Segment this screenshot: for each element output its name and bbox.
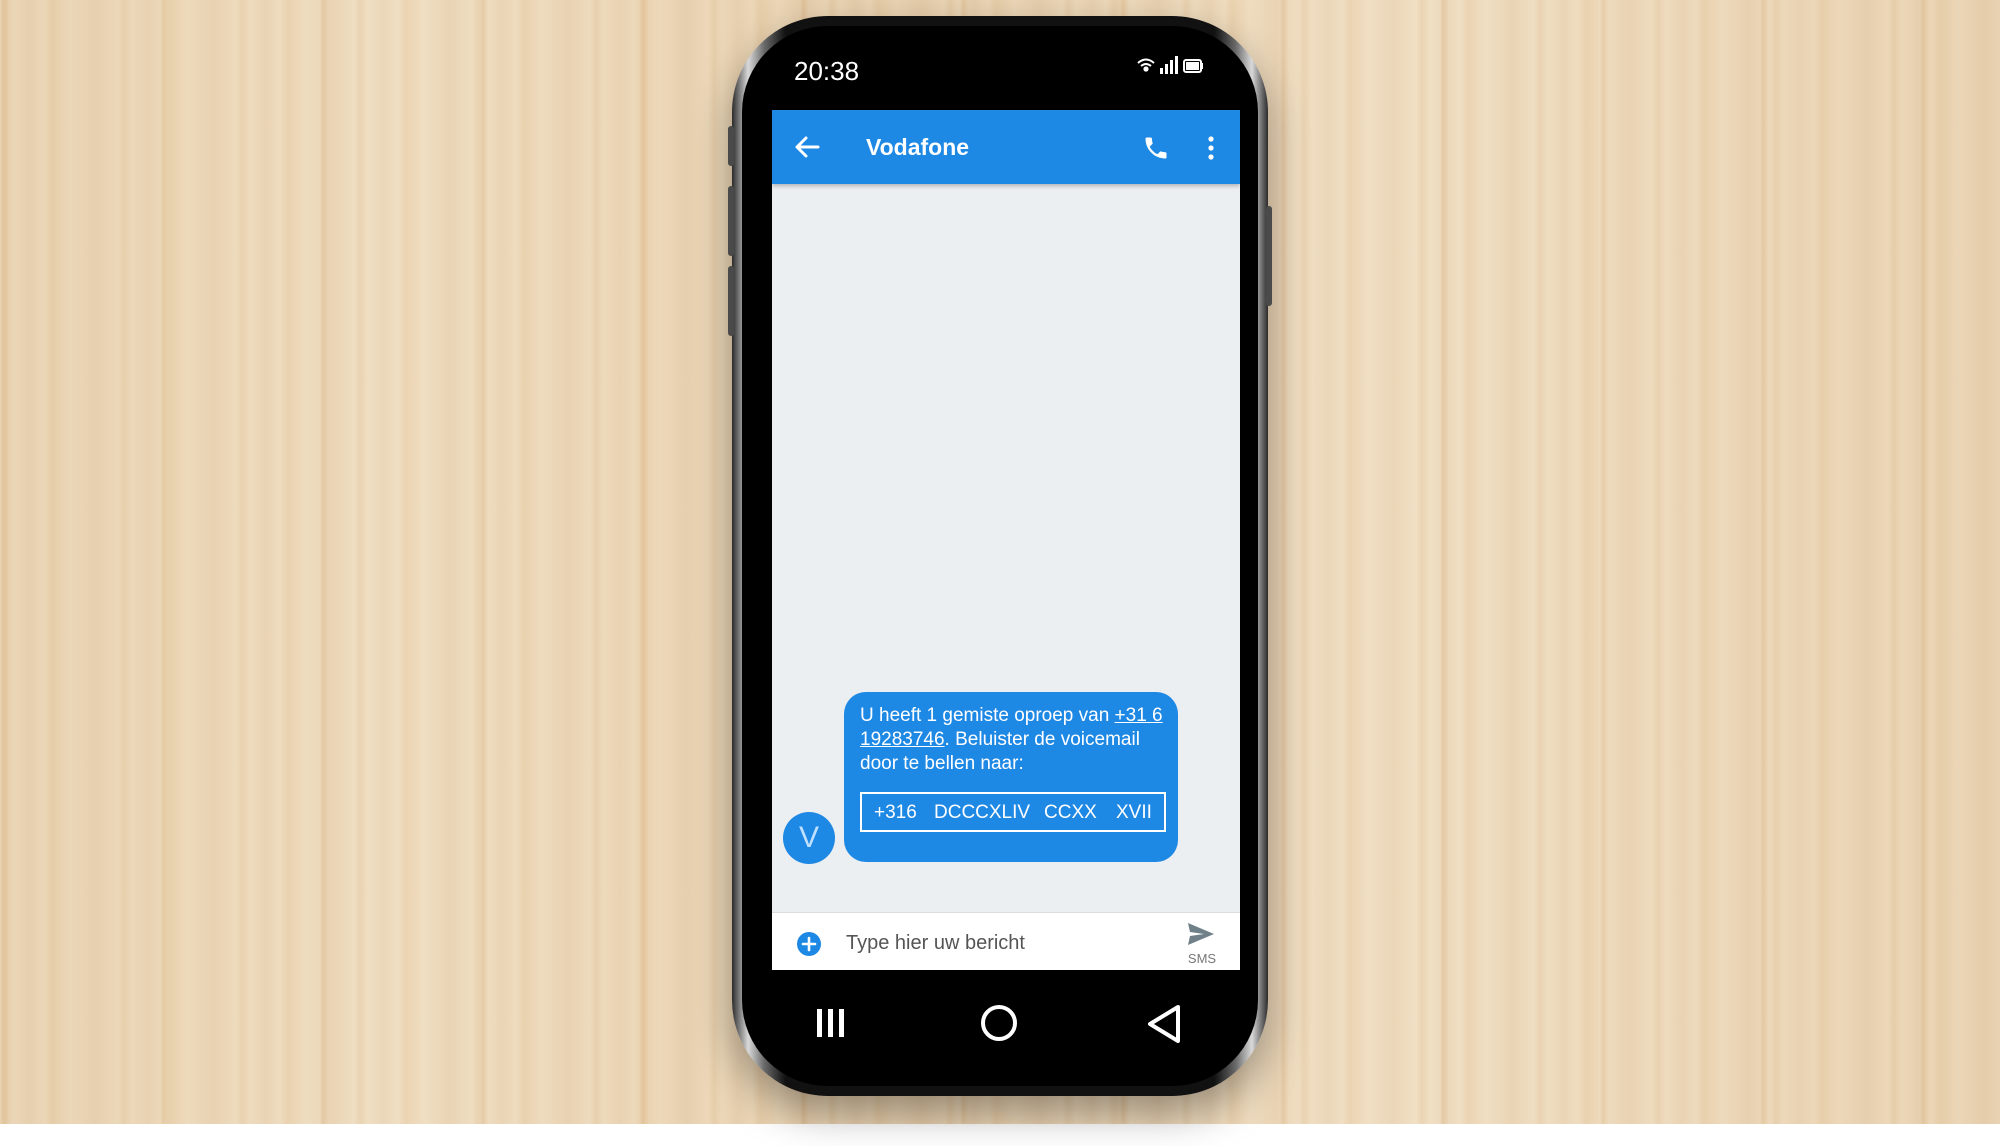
side-button-right [1266,206,1272,306]
side-button-left-1 [728,126,734,166]
messaging-screen: Vodafone V U heeft 1 gemiste oproep van … [772,110,1240,970]
voicemail-number-part-3: CCXX [1044,802,1097,823]
send-label[interactable]: SMS [1184,951,1220,966]
side-button-left-2 [728,186,734,256]
more-vert-icon[interactable] [1206,134,1216,162]
composer-bar: SMS [772,912,1240,970]
app-bar: Vodafone [772,110,1240,184]
back-icon[interactable] [1146,1004,1182,1044]
message-input[interactable] [844,925,1138,961]
side-button-left-3 [728,266,734,336]
add-circle-icon[interactable] [796,931,822,957]
navigation-bar [772,970,1240,1074]
voicemail-number-part-2: DCCCXLIV [934,802,1031,823]
status-icons [1137,56,1203,74]
signal-icon [1160,56,1178,74]
recent-apps-icon[interactable] [814,1008,848,1038]
voicemail-number-part-4: XVII [1116,802,1152,823]
message-text: U heeft 1 gemiste oproep van +31 6 19283… [860,704,1170,776]
phone-icon[interactable] [1142,134,1170,162]
message-bubble: U heeft 1 gemiste oproep van +31 6 19283… [844,692,1178,862]
voicemail-number-part-1: +316 [874,802,917,823]
back-arrow-icon[interactable] [794,135,820,159]
voicemail-number-box: +316 DCCCXLIV CCXX XVII [860,792,1166,832]
battery-icon [1183,59,1203,73]
wifi-icon [1137,58,1155,72]
home-icon[interactable] [980,1004,1018,1042]
status-time: 20:38 [794,56,860,86]
message-text-before: U heeft 1 gemiste oproep van [860,705,1115,726]
conversation-title: Vodafone [866,134,970,160]
sender-avatar[interactable]: V [783,812,835,864]
send-icon[interactable] [1186,921,1216,947]
